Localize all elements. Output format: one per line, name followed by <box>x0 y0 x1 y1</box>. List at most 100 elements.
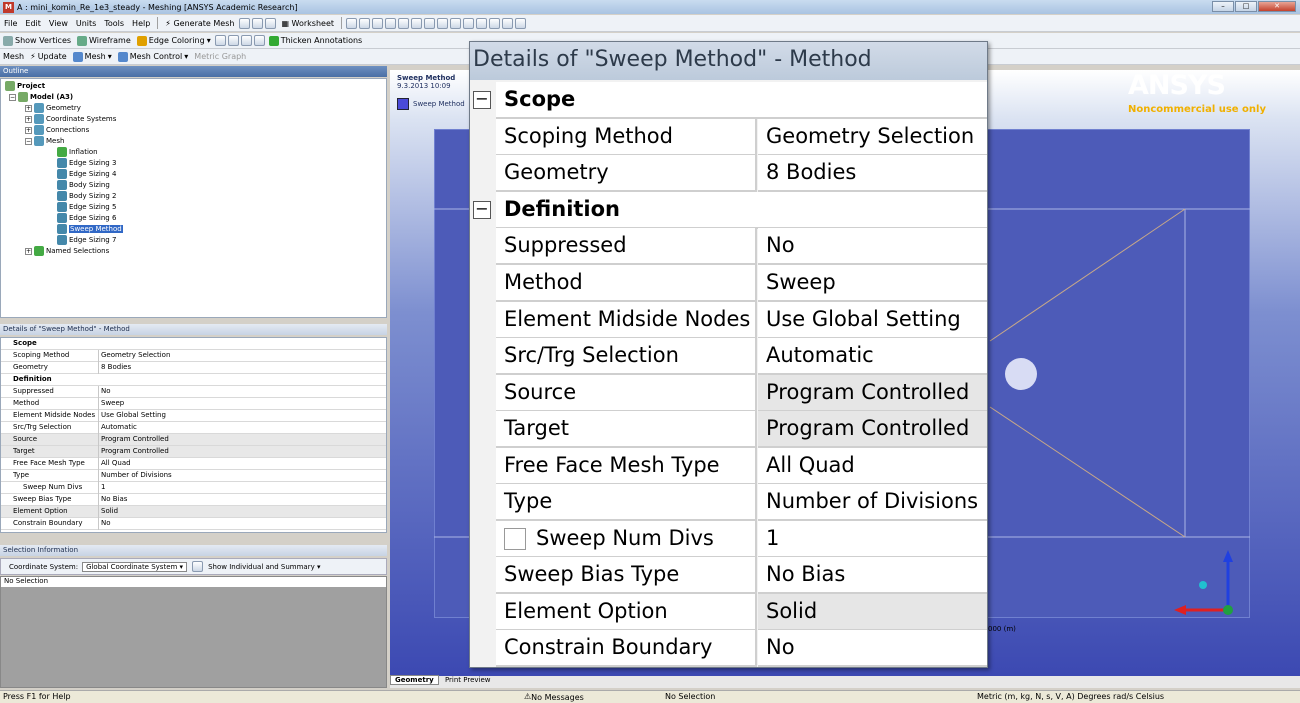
menu-tools[interactable]: Tools <box>100 19 128 28</box>
edge-coloring-button[interactable]: Edge Coloring ▾ <box>134 35 214 46</box>
minimize-button[interactable]: – <box>1212 1 1234 12</box>
details-value[interactable]: Program Controlled <box>758 375 987 412</box>
details-value[interactable]: Number of Divisions <box>758 484 987 521</box>
details-row-method[interactable]: Method Sweep <box>470 265 987 302</box>
previous-view-icon[interactable] <box>489 17 501 29</box>
tree-item-geometry[interactable]: + Geometry <box>25 103 81 113</box>
zoom-icon[interactable] <box>437 17 449 29</box>
refresh-icon[interactable] <box>192 561 204 572</box>
generate-mesh-button[interactable]: ⚡ Generate Mesh <box>161 19 238 28</box>
tree-item-inflation[interactable]: Inflation <box>57 147 98 157</box>
details-row-src-trg-selection[interactable]: Src/Trg Selection Automatic <box>470 338 987 375</box>
details-row[interactable]: Sweep Bias Type No Bias <box>1 494 386 506</box>
tree-item-edge-sizing-6[interactable]: Edge Sizing 6 <box>57 213 116 223</box>
edge-style-icon[interactable] <box>227 35 239 46</box>
details-row-element-midside-nodes[interactable]: Element Midside Nodes Use Global Setting <box>470 302 987 339</box>
details-row-type[interactable]: Type Number of Divisions <box>470 484 987 521</box>
details-row[interactable]: Definition <box>1 374 386 386</box>
menu-help[interactable]: Help <box>128 19 154 28</box>
tree-item-edge-sizing-5[interactable]: Edge Sizing 5 <box>57 202 116 212</box>
details-value[interactable]: Use Global Setting <box>758 302 987 339</box>
magnifier-icon[interactable] <box>476 17 488 29</box>
collapse-icon[interactable]: − <box>473 201 491 219</box>
details-value[interactable]: 8 Bodies <box>758 155 987 192</box>
mesh-dropdown[interactable]: Mesh ▾ <box>70 51 115 62</box>
select-icon[interactable] <box>346 17 358 29</box>
details-category-scope[interactable]: − Scope <box>470 82 987 119</box>
details-value[interactable]: No Bias <box>758 557 987 594</box>
details-row-sweep-num-divs[interactable]: Sweep Num Divs 1 <box>470 521 987 558</box>
details-row[interactable]: Target Program Controlled <box>1 446 386 458</box>
details-row[interactable]: Scope <box>1 338 386 350</box>
menu-edit[interactable]: Edit <box>21 19 45 28</box>
mesh-tool-icon[interactable] <box>239 17 251 29</box>
show-vertices-button[interactable]: Show Vertices <box>0 35 74 46</box>
tree-item-body-sizing-2[interactable]: Body Sizing 2 <box>57 191 116 201</box>
menu-file[interactable]: File <box>0 19 21 28</box>
details-row[interactable]: Src/Trg Selection Automatic <box>1 422 386 434</box>
details-row-geometry[interactable]: Geometry 8 Bodies <box>470 155 987 192</box>
close-button[interactable]: ✕ <box>1258 1 1296 12</box>
body-select-icon[interactable] <box>398 17 410 29</box>
details-row-suppressed[interactable]: Suppressed No <box>470 228 987 265</box>
details-row[interactable]: Element Option Solid <box>1 506 386 518</box>
expand-icon[interactable]: + <box>25 104 32 112</box>
details-row-target[interactable]: Target Program Controlled <box>470 411 987 448</box>
details-value[interactable]: Sweep <box>758 265 987 302</box>
details-value[interactable]: All Quad <box>758 448 987 485</box>
details-row-constrain-boundary[interactable]: Constrain Boundary No <box>470 630 987 667</box>
thicken-annotations-button[interactable]: Thicken Annotations <box>266 35 366 46</box>
tree-item-connections[interactable]: + Connections <box>25 125 89 135</box>
tab-geometry[interactable]: Geometry <box>390 675 439 685</box>
details-value[interactable]: No <box>758 228 987 265</box>
zoom-fit-icon[interactable] <box>463 17 475 29</box>
vertex-select-icon[interactable] <box>359 17 371 29</box>
tree-item-project[interactable]: Project <box>5 81 45 91</box>
details-value[interactable]: Geometry Selection <box>758 119 987 156</box>
menu-units[interactable]: Units <box>72 19 100 28</box>
tree-item-named-selections[interactable]: + Named Selections <box>25 246 109 256</box>
details-row-scoping-method[interactable]: Scoping Method Geometry Selection <box>470 119 987 156</box>
wireframe-button[interactable]: Wireframe <box>74 35 134 46</box>
zoom-box-icon[interactable] <box>450 17 462 29</box>
tree-item-sweep-method[interactable]: Sweep Method <box>57 224 123 234</box>
details-row[interactable]: Constrain Boundary No <box>1 518 386 530</box>
details-row[interactable]: Free Face Mesh Type All Quad <box>1 458 386 470</box>
tree-item-coordinate-systems[interactable]: + Coordinate Systems <box>25 114 116 124</box>
face-select-icon[interactable] <box>385 17 397 29</box>
details-row[interactable]: Source Program Controlled <box>1 434 386 446</box>
details-category-definition[interactable]: − Definition <box>470 192 987 229</box>
tree-item-edge-sizing-3[interactable]: Edge Sizing 3 <box>57 158 116 168</box>
tree-item-model[interactable]: − Model (A3) <box>9 92 73 102</box>
maximize-button[interactable]: □ <box>1235 1 1257 12</box>
details-row[interactable]: Sweep Num Divs 1 <box>1 482 386 494</box>
details-row[interactable]: Method Sweep <box>1 398 386 410</box>
edge-style-icon[interactable] <box>214 35 226 46</box>
next-view-icon[interactable] <box>502 17 514 29</box>
tree-item-body-sizing[interactable]: Body Sizing <box>57 180 110 190</box>
details-value[interactable]: Program Controlled <box>758 411 987 448</box>
collapse-icon[interactable]: − <box>473 91 491 109</box>
annotation-icon[interactable] <box>265 17 277 29</box>
details-value[interactable]: No <box>758 630 987 667</box>
edge-style-icon[interactable] <box>240 35 252 46</box>
rotate-icon[interactable] <box>411 17 423 29</box>
collapse-icon[interactable]: − <box>9 93 16 101</box>
tree-item-edge-sizing-7[interactable]: Edge Sizing 7 <box>57 235 116 245</box>
details-row[interactable]: Type Number of Divisions <box>1 470 386 482</box>
coordinate-system-select[interactable]: Global Coordinate System ▾ <box>82 561 188 572</box>
expand-icon[interactable]: + <box>25 126 32 134</box>
mesh-control-dropdown[interactable]: Mesh Control ▾ <box>115 51 192 62</box>
expand-icon[interactable]: + <box>25 247 32 255</box>
details-value[interactable]: 1 <box>758 521 987 558</box>
details-row[interactable]: Geometry 8 Bodies <box>1 362 386 374</box>
update-button[interactable]: ⚡ Update <box>27 52 70 61</box>
details-row-element-option[interactable]: Element Option Solid <box>470 594 987 631</box>
details-value[interactable]: Solid <box>758 594 987 631</box>
details-row-sweep-bias-type[interactable]: Sweep Bias Type No Bias <box>470 557 987 594</box>
preview-icon[interactable] <box>252 17 264 29</box>
menu-view[interactable]: View <box>45 19 72 28</box>
status-messages[interactable]: ⚠ No Messages <box>524 692 584 702</box>
tree-item-mesh[interactable]: − Mesh <box>25 136 64 146</box>
status-units[interactable]: Metric (m, kg, N, s, V, A) Degrees rad/s… <box>977 692 1164 701</box>
